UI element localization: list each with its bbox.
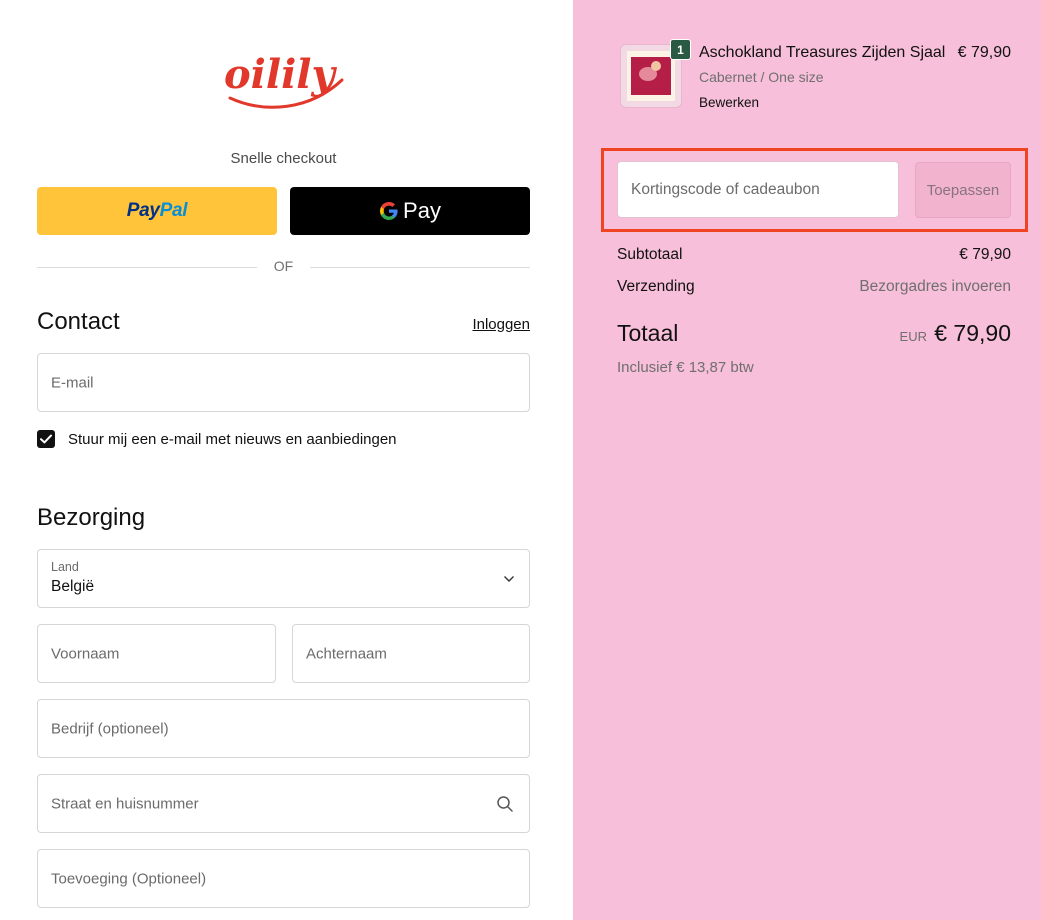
edit-item-link[interactable]: Bewerken <box>699 95 759 110</box>
paypal-button[interactable]: Pay Pal <box>37 187 277 235</box>
total-currency: EUR <box>899 329 927 344</box>
subtotal-label: Subtotaal <box>617 246 683 263</box>
chevron-down-icon <box>504 575 514 582</box>
svg-text:oilily: oilily <box>224 51 337 98</box>
order-summary-panel: 1 Aschokland Treasures Zijden Sjaal Cabe… <box>573 0 1041 920</box>
brand-logo[interactable]: oilily <box>220 40 350 120</box>
subtotal-value: € 79,90 <box>959 246 1011 263</box>
newsletter-checkbox[interactable] <box>37 430 55 448</box>
discount-code-input[interactable]: Kortingscode of cadeaubon <box>617 161 899 218</box>
google-pay-label: Pay <box>403 198 441 223</box>
tax-line: Inclusief € 13,87 btw <box>617 359 754 376</box>
first-name-field[interactable]: Voornaam <box>37 624 276 683</box>
checkout-form-panel: oilily Snelle checkout Pay Pal Pay OF Con… <box>0 0 573 920</box>
discount-placeholder: Kortingscode of cadeaubon <box>631 180 820 198</box>
newsletter-label: Stuur mij een e-mail met nieuws en aanbi… <box>68 430 397 448</box>
search-icon[interactable] <box>496 795 514 813</box>
quantity-badge: 1 <box>670 39 691 60</box>
shipping-value: Bezorgadres invoeren <box>859 278 1011 295</box>
paypal-label-part1: Pay <box>126 200 160 221</box>
express-checkout-title: Snelle checkout <box>230 150 337 167</box>
first-name-placeholder: Voornaam <box>51 645 120 662</box>
google-pay-button[interactable]: Pay <box>290 187 530 235</box>
newsletter-option[interactable]: Stuur mij een e-mail met nieuws en aanbi… <box>37 428 397 450</box>
product-variant: Cabernet / One size <box>699 69 824 85</box>
apply-discount-button[interactable]: Toepassen <box>915 162 1011 218</box>
company-placeholder: Bedrijf (optioneel) <box>51 720 169 737</box>
product-title: Aschokland Treasures Zijden Sjaal <box>699 44 946 61</box>
addition-field[interactable]: Toevoeging (Optioneel) <box>37 849 530 908</box>
login-link[interactable]: Inloggen <box>472 316 530 333</box>
delivery-section-title: Bezorging <box>37 504 146 531</box>
google-g-icon <box>380 202 398 220</box>
oilily-logo-icon: oilily <box>224 51 344 109</box>
country-value: België <box>51 578 95 595</box>
paypal-label-part2: Pal <box>159 200 188 221</box>
last-name-field[interactable]: Achternaam <box>292 624 530 683</box>
email-placeholder: E-mail <box>51 374 94 391</box>
total-value: € 79,90 <box>934 320 1011 346</box>
total-label: Totaal <box>617 320 679 346</box>
product-image <box>627 51 675 101</box>
last-name-placeholder: Achternaam <box>306 645 387 662</box>
product-price: € 79,90 <box>957 44 1011 61</box>
addition-placeholder: Toevoeging (Optioneel) <box>51 870 207 887</box>
company-field[interactable]: Bedrijf (optioneel) <box>37 699 530 758</box>
street-placeholder: Straat en huisnummer <box>51 795 199 812</box>
separator-line-right <box>310 267 530 268</box>
country-label: Land <box>51 560 79 574</box>
product-thumbnail: 1 <box>620 39 691 108</box>
country-select[interactable]: Land België <box>37 549 530 608</box>
shipping-label: Verzending <box>617 278 695 295</box>
or-separator-text: OF <box>273 258 294 274</box>
or-separator: OF <box>37 258 530 276</box>
total-row: Totaal EUR € 79,90 <box>617 320 1011 352</box>
checkmark-icon <box>40 434 52 444</box>
contact-section-title: Contact <box>37 308 120 335</box>
email-field[interactable]: E-mail <box>37 353 530 412</box>
street-field[interactable]: Straat en huisnummer <box>37 774 530 833</box>
